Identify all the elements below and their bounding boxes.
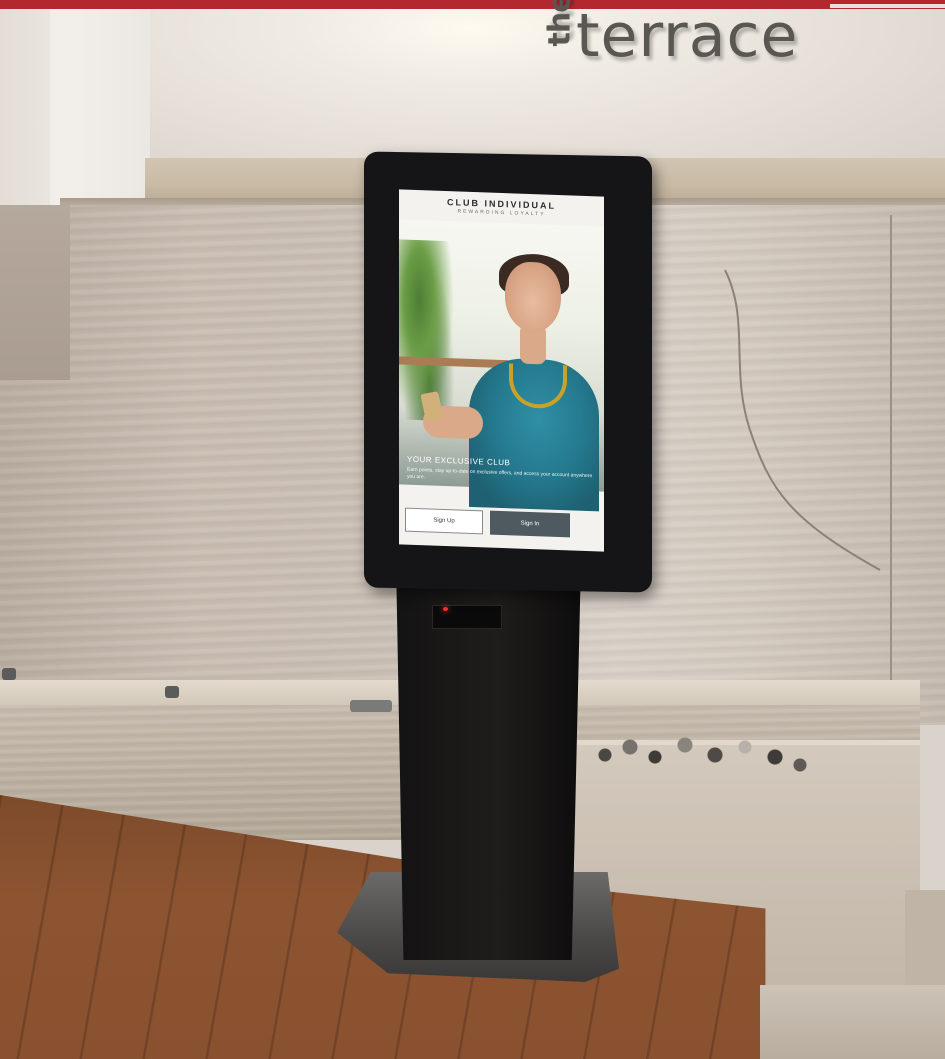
kiosk-scene: the terrace CLUB INDIVIDUAL REWARDING LO… (0, 0, 945, 1059)
stone-floor-right (760, 985, 945, 1059)
sign-in-button[interactable]: Sign In (490, 510, 570, 538)
indicator-light (443, 607, 448, 611)
pillar-highlight (50, 9, 150, 209)
floor-light-fixture (2, 668, 16, 680)
hero-person-face (505, 261, 561, 334)
wall-seam (890, 215, 892, 725)
hero-image (399, 219, 604, 512)
top-strip-highlight (830, 4, 945, 8)
terrace-wall-sign: the terrace (540, 0, 799, 71)
floor-light-fixture (165, 686, 179, 698)
kiosk-screen: CLUB INDIVIDUAL REWARDING LOYALTY YOUR E… (399, 189, 604, 552)
sign-up-button[interactable]: Sign Up (405, 507, 483, 535)
floor-light-fixture (350, 700, 392, 712)
app-logo: CLUB INDIVIDUAL REWARDING LOYALTY (399, 195, 604, 219)
top-red-strip (0, 0, 945, 9)
stone-panel-left (0, 205, 70, 380)
sign-the: the (542, 0, 578, 47)
decorative-pebbles (585, 725, 820, 775)
stone-crack (724, 269, 881, 571)
sign-terrace: terrace (576, 1, 799, 71)
